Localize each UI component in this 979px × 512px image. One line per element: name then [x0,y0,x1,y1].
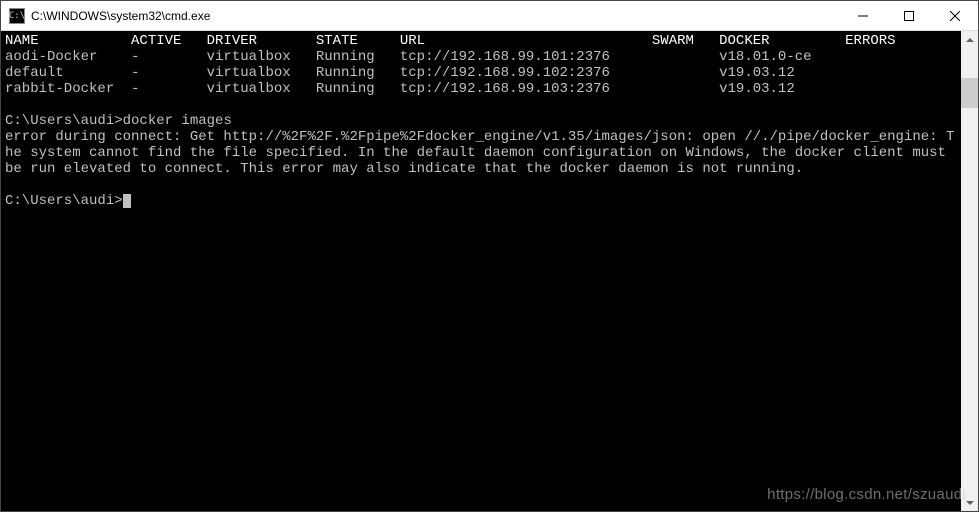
scroll-down-button[interactable] [961,494,978,511]
maximize-icon [904,11,914,21]
minimize-button[interactable] [840,1,886,31]
cursor [123,194,131,208]
close-button[interactable] [932,1,978,31]
prompt-line: C:\Users\audi>docker images [5,113,232,129]
window-title: C:\WINDOWS\system32\cmd.exe [31,9,210,23]
prompt-line: C:\Users\audi> [5,193,131,209]
scroll-up-button[interactable] [961,31,978,48]
error-text: error during connect: Get http://%2F%2F.… [5,129,954,177]
table-row: rabbit-Docker - virtualbox Running tcp:/… [5,81,845,97]
vertical-scrollbar[interactable] [961,31,978,511]
terminal-output[interactable]: NAME ACTIVE DRIVER STATE URL SWARM DOCKE… [1,31,961,511]
table-row: aodi-Docker - virtualbox Running tcp://1… [5,49,845,65]
scroll-thumb[interactable] [961,78,978,108]
chevron-down-icon [966,501,974,505]
close-icon [950,11,960,21]
table-row: default - virtualbox Running tcp://192.1… [5,65,845,81]
titlebar[interactable]: C:\ C:\WINDOWS\system32\cmd.exe [1,1,978,31]
scroll-track[interactable] [961,48,978,494]
cmd-icon: C:\ [9,8,25,24]
cmd-window: C:\ C:\WINDOWS\system32\cmd.exe NAME ACT… [0,0,979,512]
chevron-up-icon [966,38,974,42]
table-header-row: NAME ACTIVE DRIVER STATE URL SWARM DOCKE… [5,33,896,49]
maximize-button[interactable] [886,1,932,31]
minimize-icon [858,11,868,21]
